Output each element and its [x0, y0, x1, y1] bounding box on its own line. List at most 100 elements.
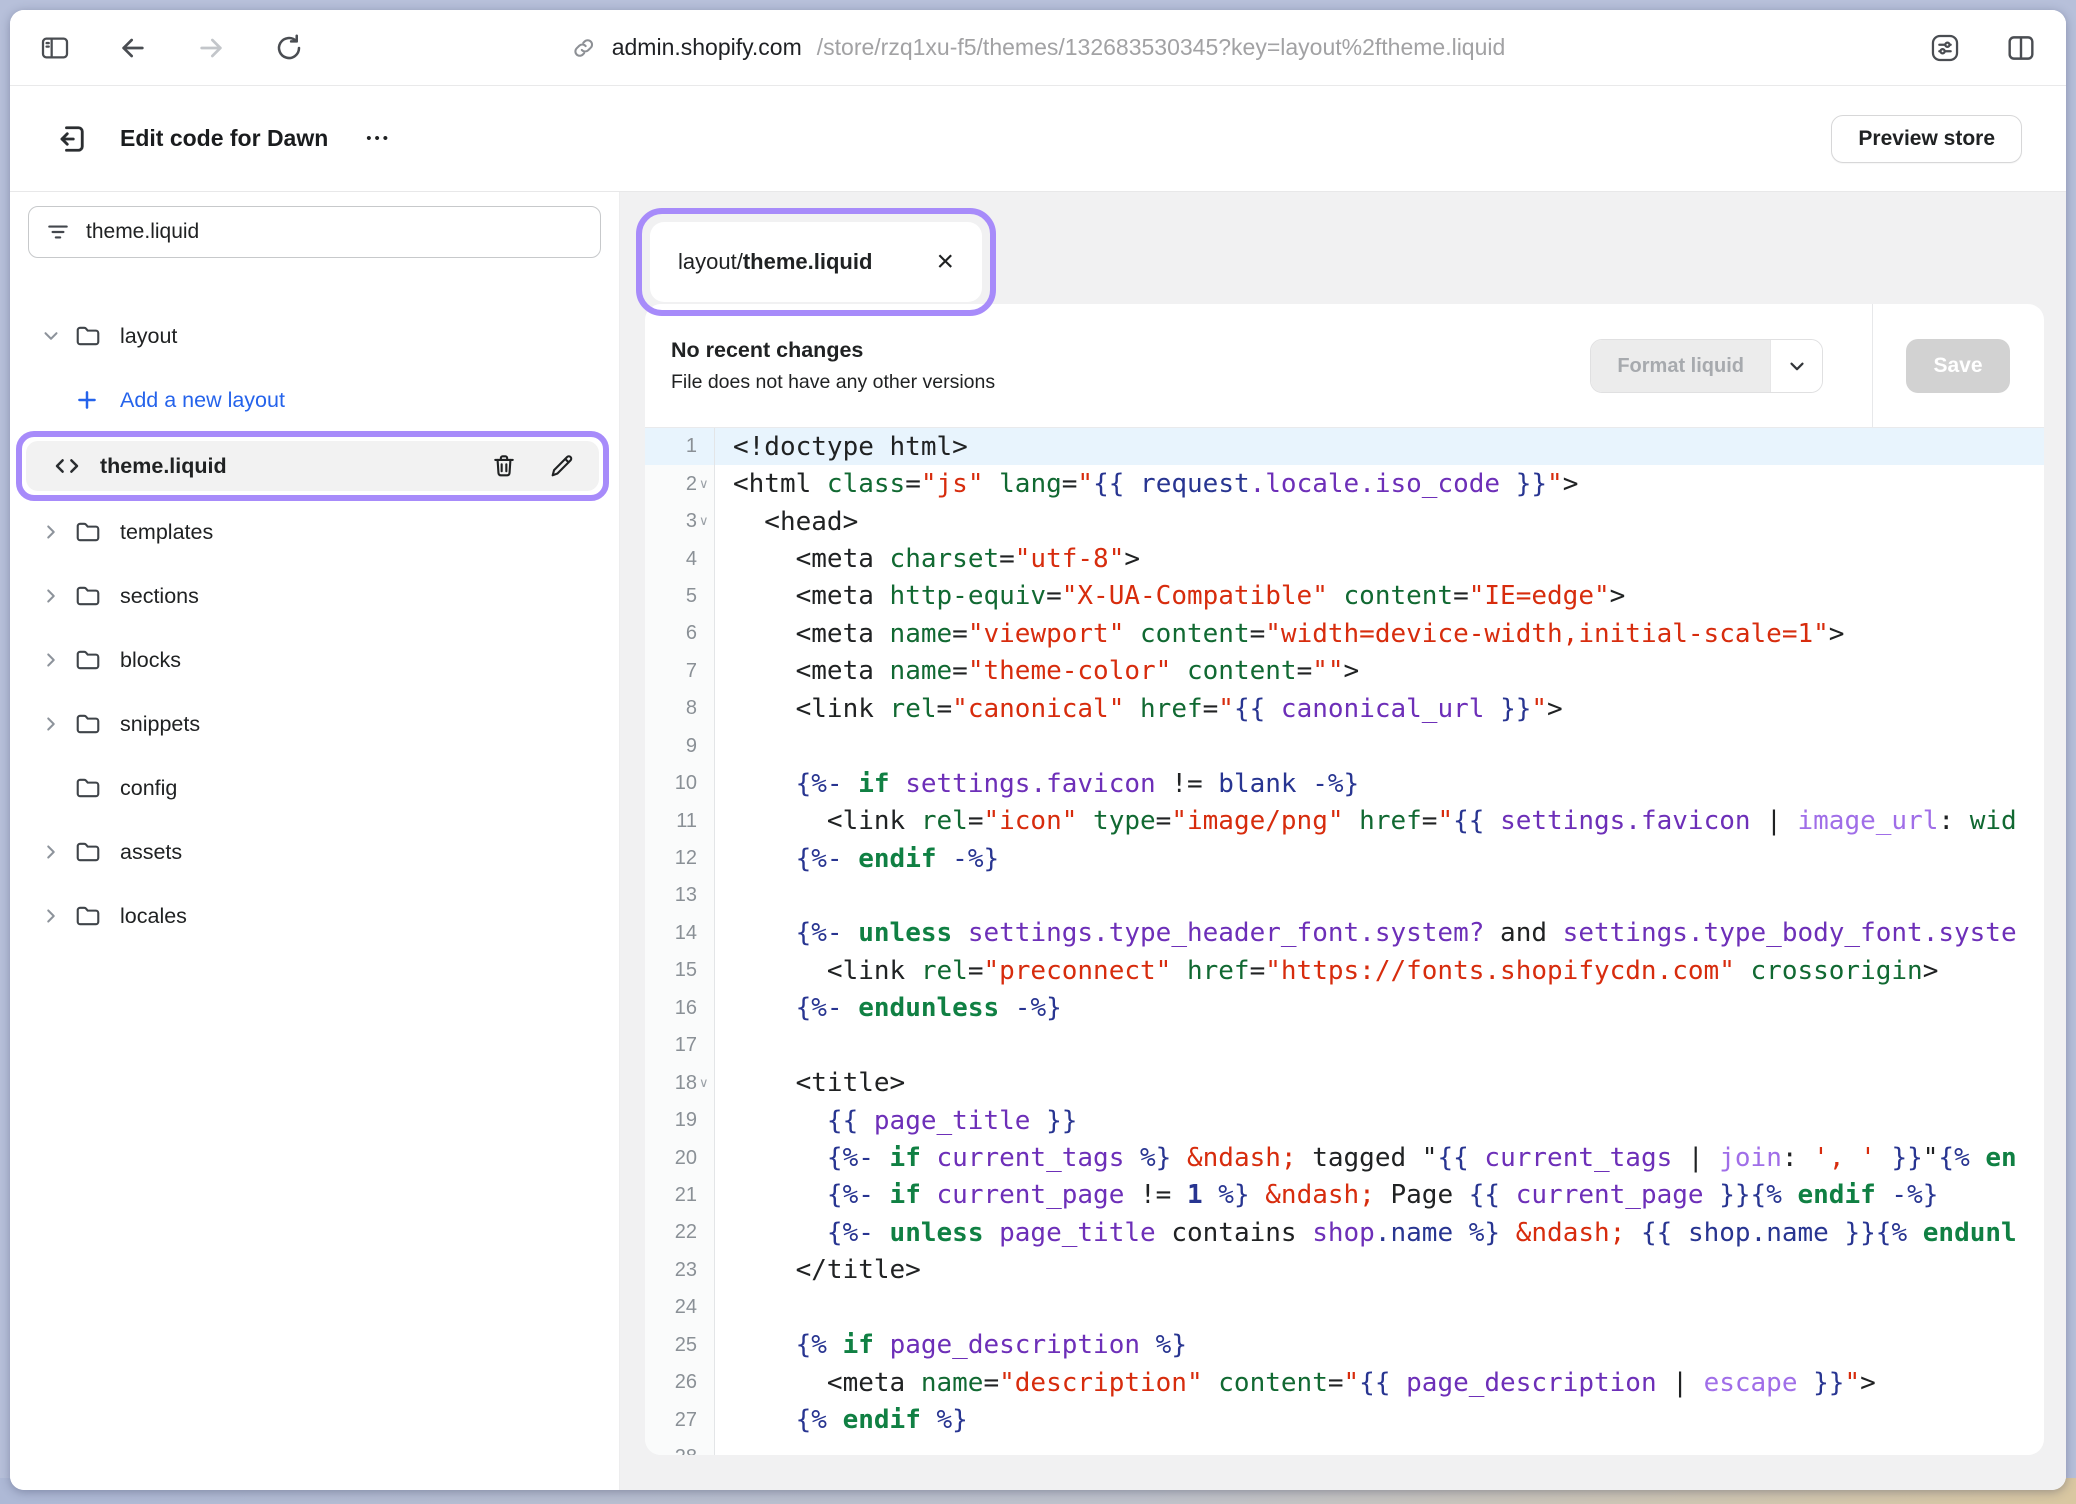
code-line[interactable]: {{ page_title }}: [715, 1102, 2044, 1139]
editor-content: layout/theme.liquid × No recent changes …: [620, 192, 2066, 1490]
file-search[interactable]: [28, 206, 601, 258]
code-line[interactable]: {%- if current_page != 1 %} &ndash; Page…: [715, 1177, 2044, 1214]
address-bar[interactable]: admin.shopify.com/store/rzq1xu-f5/themes…: [571, 34, 1506, 61]
fold-toggle-icon[interactable]: ∨: [697, 514, 714, 529]
code-line[interactable]: [715, 1289, 2044, 1326]
folder-icon: [74, 838, 120, 866]
code-line[interactable]: {%- unless settings.type_header_font.sys…: [715, 915, 2044, 952]
line-number: 12: [645, 840, 714, 877]
chevron-right-icon[interactable]: [28, 841, 74, 863]
preview-store-button[interactable]: Preview store: [1831, 115, 2022, 163]
line-number: 2∨: [645, 465, 714, 502]
chevron-right-icon[interactable]: [28, 649, 74, 671]
line-number: 6: [645, 615, 714, 652]
chevron-down-icon[interactable]: [28, 325, 74, 347]
code-line[interactable]: </title>: [715, 1252, 2044, 1289]
search-input[interactable]: [86, 220, 584, 244]
folder-icon: [74, 710, 120, 738]
chevron-right-icon[interactable]: [28, 713, 74, 735]
back-icon[interactable]: [116, 31, 150, 65]
format-liquid-split-button: Format liquid: [1590, 339, 1823, 393]
folder-label: assets: [120, 840, 182, 865]
add-new-layout-button[interactable]: Add a new layout: [28, 376, 601, 424]
header-divider: [1872, 304, 1873, 427]
sidebar-item-snippets[interactable]: snippets: [28, 700, 601, 748]
line-number-gutter: 12∨3∨456789101112131415161718∨1920212223…: [645, 428, 715, 1455]
tab-close-icon[interactable]: ×: [936, 247, 954, 277]
sidebar-item-templates[interactable]: templates: [28, 508, 601, 556]
line-number: 20: [645, 1139, 714, 1176]
code-line[interactable]: {% if page_description %}: [715, 1327, 2044, 1364]
code-line[interactable]: <link rel="icon" type="image/png" href="…: [715, 802, 2044, 839]
split-view-icon[interactable]: [2004, 31, 2038, 65]
forward-icon[interactable]: [194, 31, 228, 65]
sidebar-item-config[interactable]: config: [28, 764, 601, 812]
code-line[interactable]: <link rel="preconnect" href="https://fon…: [715, 952, 2044, 989]
chevron-right-icon[interactable]: [28, 585, 74, 607]
code-line[interactable]: [715, 877, 2044, 914]
sidebar-item-assets[interactable]: assets: [28, 828, 601, 876]
format-liquid-button[interactable]: Format liquid: [1591, 340, 1770, 392]
code-line[interactable]: <head>: [715, 503, 2044, 540]
chevron-right-icon[interactable]: [28, 521, 74, 543]
sidebar-item-locales[interactable]: locales: [28, 892, 601, 940]
code-line[interactable]: <title>: [715, 1064, 2044, 1101]
line-number: 24: [645, 1289, 714, 1326]
sidebar-item-theme-liquid[interactable]: theme.liquid: [26, 441, 599, 491]
fold-toggle-icon[interactable]: ∨: [697, 1076, 714, 1091]
fold-toggle-icon[interactable]: ∨: [697, 477, 714, 492]
code-line[interactable]: <meta charset="utf-8">: [715, 540, 2044, 577]
folder-label: config: [120, 776, 177, 801]
status-subtitle: File does not have any other versions: [671, 371, 2044, 394]
code-line[interactable]: <meta name="viewport" content="width=dev…: [715, 615, 2044, 652]
code-line[interactable]: {% endif %}: [715, 1401, 2044, 1438]
format-liquid-caret[interactable]: [1770, 340, 1822, 392]
save-button[interactable]: Save: [1906, 339, 2010, 393]
folder-label: snippets: [120, 712, 200, 737]
line-number: 23: [645, 1252, 714, 1289]
filter-icon: [45, 219, 71, 245]
code-line[interactable]: {%- if settings.favicon != blank -%}: [715, 765, 2044, 802]
code-lines[interactable]: <!doctype html><html class="js" lang="{{…: [715, 428, 2044, 1455]
folder-label: locales: [120, 904, 187, 929]
code-line[interactable]: <meta name="theme-color" content="">: [715, 653, 2044, 690]
rename-file-icon[interactable]: [547, 451, 577, 481]
line-number: 16: [645, 990, 714, 1027]
delete-file-icon[interactable]: [489, 451, 519, 481]
folder-icon: [74, 774, 120, 802]
code-editor[interactable]: 12∨3∨456789101112131415161718∨1920212223…: [645, 428, 2044, 1455]
reload-icon[interactable]: [272, 31, 306, 65]
file-tree: layout Add a new layout theme.liquid templa…: [28, 312, 601, 956]
code-line[interactable]: [715, 1439, 2044, 1455]
folder-label: sections: [120, 584, 199, 609]
code-line[interactable]: [715, 728, 2044, 765]
tab-highlight-outline: layout/theme.liquid ×: [636, 208, 996, 316]
browser-window: admin.shopify.com/store/rzq1xu-f5/themes…: [10, 10, 2066, 1490]
code-line[interactable]: <!doctype html>: [715, 428, 2044, 465]
code-line[interactable]: {%- endif -%}: [715, 840, 2044, 877]
page-title: Edit code for Dawn: [120, 125, 328, 152]
code-line[interactable]: <link rel="canonical" href="{{ canonical…: [715, 690, 2044, 727]
sidebar-item-layout[interactable]: layout: [28, 312, 601, 360]
tab-theme-liquid[interactable]: layout/theme.liquid ×: [650, 222, 982, 302]
sidebar-item-sections[interactable]: sections: [28, 572, 601, 620]
code-line[interactable]: [715, 1027, 2044, 1064]
sidebar-item-blocks[interactable]: blocks: [28, 636, 601, 684]
add-layout-label: Add a new layout: [120, 388, 285, 413]
code-line[interactable]: {%- unless page_title contains shop.name…: [715, 1214, 2044, 1251]
line-number: 14: [645, 915, 714, 952]
panel-header: No recent changes File does not have any…: [645, 304, 2044, 428]
browser-toolbar: admin.shopify.com/store/rzq1xu-f5/themes…: [10, 10, 2066, 86]
page-settings-icon[interactable]: [1928, 31, 1962, 65]
line-number: 10: [645, 765, 714, 802]
more-menu-button[interactable]: •••: [366, 130, 391, 147]
code-line[interactable]: {%- endunless -%}: [715, 990, 2044, 1027]
code-line[interactable]: <html class="js" lang="{{ request.locale…: [715, 465, 2044, 502]
code-line[interactable]: {%- if current_tags %} &ndash; tagged "{…: [715, 1139, 2044, 1176]
folder-icon: [74, 902, 120, 930]
exit-editor-icon[interactable]: [52, 120, 90, 158]
code-line[interactable]: <meta name="description" content="{{ pag…: [715, 1364, 2044, 1401]
code-line[interactable]: <meta http-equiv="X-UA-Compatible" conte…: [715, 578, 2044, 615]
chevron-right-icon[interactable]: [28, 905, 74, 927]
sidebar-toggle-icon[interactable]: [38, 31, 72, 65]
